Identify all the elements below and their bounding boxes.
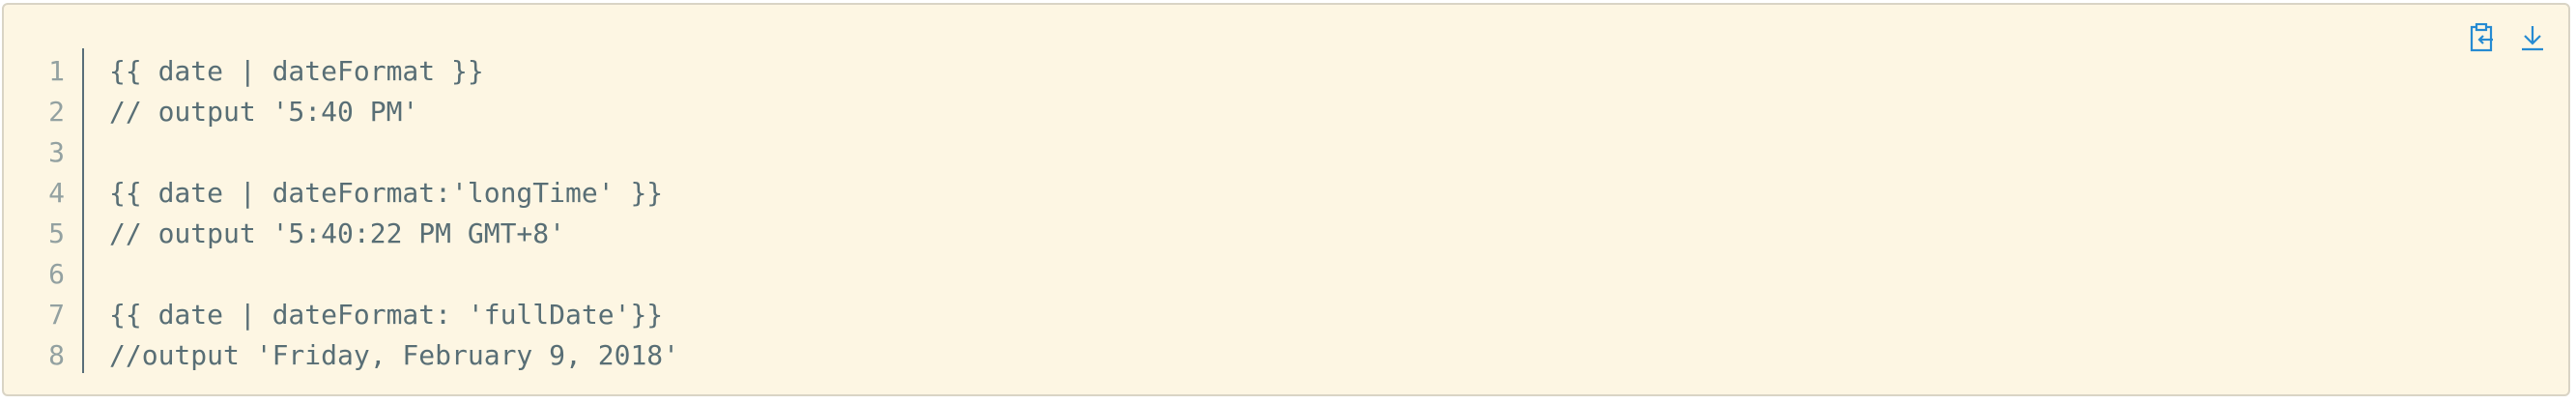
code-line: {{ date | dateFormat }} xyxy=(109,55,484,87)
line-number: 6 xyxy=(48,258,65,290)
code-lines[interactable]: {{ date | dateFormat }} // output '5:40 P… xyxy=(84,48,679,394)
line-number: 3 xyxy=(48,136,65,168)
line-number: 1 xyxy=(48,55,65,87)
line-number: 2 xyxy=(48,96,65,128)
code-line: {{ date | dateFormat: 'fullDate'}} xyxy=(109,299,664,331)
code-line: {{ date | dateFormat:'longTime' }} xyxy=(109,177,664,209)
line-number: 5 xyxy=(48,217,65,249)
code-line: // output '5:40 PM' xyxy=(109,96,419,128)
code-block: 1 2 3 4 5 6 7 8 {{ date | dateFormat }} // outpu… xyxy=(2,3,2570,396)
line-number: 4 xyxy=(48,177,65,209)
line-number: 8 xyxy=(48,339,65,371)
code-line: //output 'Friday, February 9, 2018' xyxy=(109,339,680,371)
code-line: // output '5:40:22 PM GMT+8' xyxy=(109,217,566,249)
line-number-gutter: 1 2 3 4 5 6 7 8 xyxy=(4,48,84,373)
line-number: 7 xyxy=(48,299,65,331)
code-area[interactable]: 1 2 3 4 5 6 7 8 {{ date | dateFormat }} // outpu… xyxy=(4,48,2568,394)
